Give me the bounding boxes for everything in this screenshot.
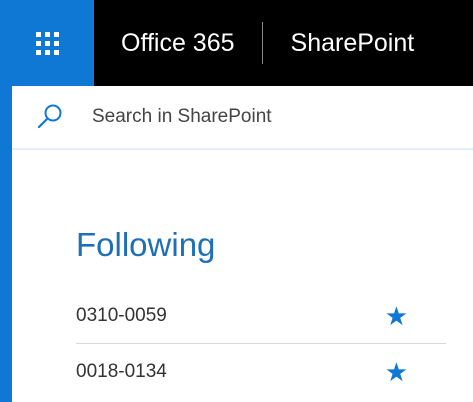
suite-header: Office 365 SharePoint xyxy=(0,0,473,86)
list-item-label[interactable]: 0310-0059 xyxy=(76,305,167,327)
search-icon[interactable] xyxy=(36,103,64,131)
search-input[interactable] xyxy=(92,106,452,128)
star-icon[interactable]: ★ xyxy=(385,303,408,329)
search-bar xyxy=(12,86,473,150)
left-accent-bar xyxy=(0,86,12,402)
brand-link[interactable]: Office 365 xyxy=(94,0,262,86)
following-list: 0310-0059 ★ 0018-0134 ★ xyxy=(76,288,446,400)
app-launcher-button[interactable] xyxy=(0,0,94,86)
following-title: Following xyxy=(76,226,216,263)
app-launcher-icon xyxy=(35,31,59,55)
list-item[interactable]: 0018-0134 ★ xyxy=(76,344,446,400)
list-item-label[interactable]: 0018-0134 xyxy=(76,361,167,383)
app-name-link[interactable]: SharePoint xyxy=(263,0,415,86)
star-icon[interactable]: ★ xyxy=(385,359,408,385)
list-item[interactable]: 0310-0059 ★ xyxy=(76,288,446,344)
